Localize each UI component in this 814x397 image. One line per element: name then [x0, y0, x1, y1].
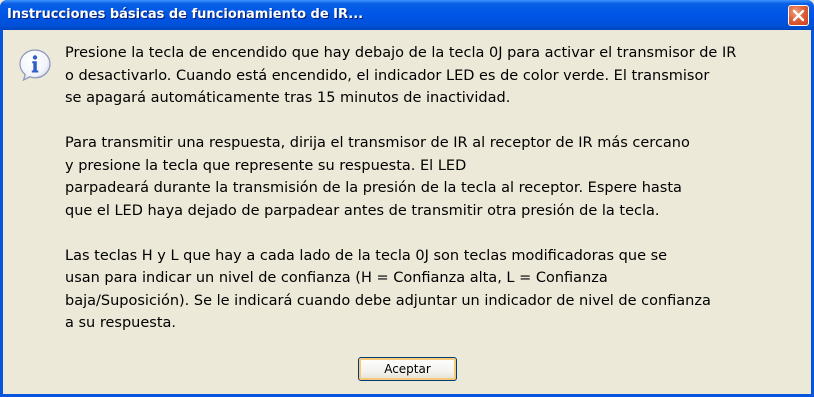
message-paragraph: Las teclas H y L que hay a cada lado de …	[65, 245, 805, 335]
message-line: usan para indicar un nivel de confianza …	[65, 270, 608, 286]
message-line: se apagará automáticamente tras 15 minut…	[65, 90, 511, 106]
dialog-window: Instrucciones básicas de funcionamiento …	[0, 0, 814, 397]
message-line: baja/Suposición). Se le indicará cuando …	[65, 292, 711, 309]
message-text: Presione la tecla de encendido que hay d…	[65, 42, 805, 357]
close-icon	[792, 9, 805, 22]
dialog-body: Presione la tecla de encendido que hay d…	[3, 30, 811, 394]
message-line: y presione la tecla que represente su re…	[65, 157, 467, 174]
message-line: Para transmitir una respuesta, dirija el…	[65, 135, 690, 151]
message-line: a su respuesta.	[65, 315, 177, 331]
message-line: parpadeará durante la transmisión de la …	[65, 180, 682, 196]
message-paragraph: Presione la tecla de encendido que hay d…	[65, 42, 805, 110]
message-line: Presione la tecla de encendido que hay d…	[65, 45, 737, 61]
message-line: Las teclas H y L que hay a cada lado de …	[65, 247, 668, 264]
window-title: Instrucciones básicas de funcionamiento …	[7, 7, 364, 22]
message-paragraph: Para transmitir una respuesta, dirija el…	[65, 132, 805, 222]
title-bar[interactable]: Instrucciones básicas de funcionamiento …	[0, 0, 814, 30]
close-button[interactable]	[788, 5, 809, 26]
accept-button[interactable]: Aceptar	[358, 357, 457, 381]
message-line: o desactivarlo. Cuando está encendido, e…	[65, 67, 710, 84]
information-icon	[19, 49, 51, 82]
message-line: que el LED haya dejado de parpadear ante…	[65, 202, 660, 219]
